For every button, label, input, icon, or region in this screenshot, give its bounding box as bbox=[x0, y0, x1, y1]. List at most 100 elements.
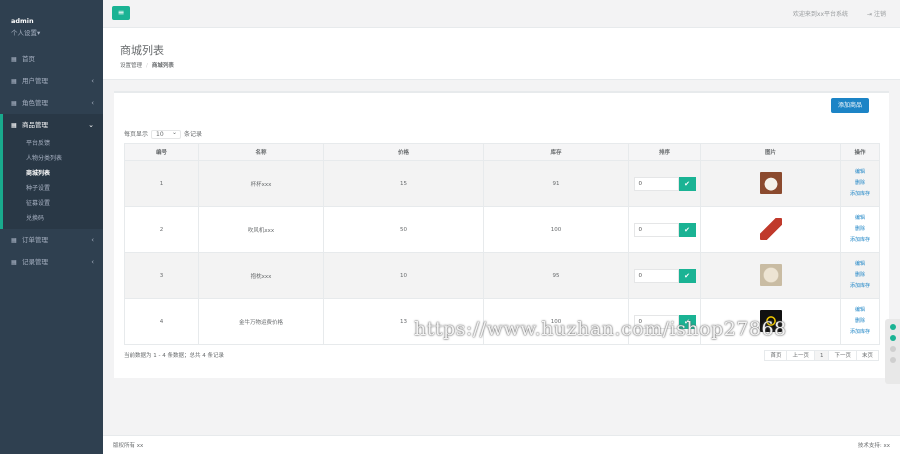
check-icon: ✔ bbox=[684, 225, 690, 234]
footer: 版权所有 xx 技术支持: xx bbox=[103, 435, 900, 454]
nav-item-users[interactable]: ▦ 用户管理 ‹ bbox=[0, 70, 103, 92]
add-stock-link[interactable]: 添加库存 bbox=[841, 189, 879, 200]
table-row: 3 抱枕xxx 10 95 0 ✔ 编辑 删除 添加库存 bbox=[124, 252, 880, 299]
topbar: ≡ 欢迎来到xx平台系统 ⇥ 注销 bbox=[103, 0, 900, 28]
add-stock-link[interactable]: 添加库存 bbox=[841, 235, 879, 246]
floating-toolbar[interactable] bbox=[885, 319, 900, 384]
delete-link[interactable]: 删除 bbox=[841, 178, 879, 189]
cell-id: 1 bbox=[124, 160, 199, 207]
sidebar: admin 个人设置▾ ▦ 首页 ▦ 用户管理 ‹ ▦ 角色管理 ‹ ▦ 商品管理 ⌄ … bbox=[0, 0, 103, 454]
confirm-sort-button[interactable]: ✔ bbox=[678, 222, 696, 237]
add-stock-link[interactable]: 添加库存 bbox=[841, 327, 879, 338]
page-next-button[interactable]: 下一页 bbox=[828, 350, 857, 361]
profile-settings-dropdown[interactable]: 个人设置▾ bbox=[11, 27, 103, 37]
edit-link[interactable]: 编辑 bbox=[841, 213, 879, 224]
add-product-button[interactable]: 添加商品 bbox=[831, 98, 869, 113]
column-header-sort[interactable]: 排序 bbox=[628, 143, 701, 161]
cell-sort: 0 ✔ bbox=[628, 160, 701, 207]
page-length-control: 每页显示10条记录 bbox=[124, 129, 202, 139]
profile-username: admin bbox=[11, 17, 34, 25]
page-length-select[interactable]: 10 bbox=[151, 129, 182, 139]
product-thumbnail[interactable] bbox=[759, 171, 782, 194]
nav-item-orders[interactable]: ▦ 订单管理 ‹ bbox=[0, 229, 103, 251]
cell-actions: 编辑 删除 添加库存 bbox=[840, 298, 880, 345]
confirm-sort-button[interactable]: ✔ bbox=[678, 176, 696, 191]
sub-item-character-category[interactable]: 人物分类列表 bbox=[3, 151, 103, 166]
chevron-left-icon: ‹ bbox=[91, 77, 94, 85]
status-dot-icon bbox=[889, 324, 896, 330]
length-suffix: 条记录 bbox=[184, 131, 203, 138]
cell-sort: 0 ✔ bbox=[628, 252, 701, 299]
cell-name: 抱枕xxx bbox=[198, 252, 324, 299]
edit-link[interactable]: 编辑 bbox=[841, 167, 879, 178]
status-dot-icon bbox=[889, 335, 896, 341]
column-header-actions[interactable]: 操作 bbox=[840, 143, 880, 161]
sort-input[interactable]: 0 bbox=[633, 176, 679, 191]
column-header-image[interactable]: 图片 bbox=[700, 143, 841, 161]
nav-item-roles[interactable]: ▦ 角色管理 ‹ bbox=[0, 92, 103, 114]
pagination: 首页 上一页 1 下一页 末页 bbox=[764, 350, 879, 361]
column-header-stock[interactable]: 库存 bbox=[483, 143, 629, 161]
grid-icon: ▦ bbox=[11, 100, 17, 107]
column-header-price[interactable]: 价格 bbox=[323, 143, 484, 161]
delete-link[interactable]: 删除 bbox=[841, 224, 879, 235]
nav-item-label: 订单管理 bbox=[22, 236, 48, 244]
nav-item-label: 首页 bbox=[22, 55, 35, 63]
table-row: 2 吹风机xxx 50 100 0 ✔ 编辑 删除 添加库存 bbox=[124, 206, 880, 253]
page-number-button[interactable]: 1 bbox=[813, 350, 830, 361]
menu-toggle-button[interactable]: ≡ bbox=[112, 6, 130, 20]
breadcrumb-separator: / bbox=[146, 63, 148, 69]
confirm-sort-button[interactable]: ✔ bbox=[678, 268, 696, 283]
sort-input[interactable]: 0 bbox=[633, 222, 679, 237]
logout-link[interactable]: ⇥ 注销 bbox=[867, 9, 886, 18]
breadcrumb: 设置管理 / 商城列表 bbox=[120, 61, 174, 69]
check-icon: ✔ bbox=[684, 179, 690, 188]
add-stock-link[interactable]: 添加库存 bbox=[841, 281, 879, 292]
page-prev-button[interactable]: 上一页 bbox=[786, 350, 815, 361]
cell-image bbox=[700, 252, 841, 299]
check-icon: ✔ bbox=[684, 271, 690, 280]
cell-price: 10 bbox=[323, 252, 484, 299]
grid-icon: ▦ bbox=[11, 122, 17, 129]
profile: admin 个人设置▾ bbox=[0, 0, 103, 48]
cell-image bbox=[700, 206, 841, 253]
page-last-button[interactable]: 末页 bbox=[855, 350, 879, 361]
sub-item-redeem-code[interactable]: 兑换码 bbox=[3, 211, 103, 226]
cell-stock: 100 bbox=[483, 206, 629, 253]
table-row: 1 杯杯xxx 15 91 0 ✔ 编辑 删除 添加库存 bbox=[124, 160, 880, 207]
sub-item-seed-settings[interactable]: 种子设置 bbox=[3, 181, 103, 196]
nav-item-records[interactable]: ▦ 记录管理 ‹ bbox=[0, 251, 103, 273]
support-text: 技术支持: xx bbox=[857, 443, 890, 449]
cell-stock: 91 bbox=[483, 160, 629, 207]
welcome-text: 欢迎来到xx平台系统 bbox=[792, 11, 848, 18]
column-header-id[interactable]: 编号 bbox=[124, 143, 199, 161]
cell-sort: 0 ✔ bbox=[628, 206, 701, 253]
column-header-name[interactable]: 名称 bbox=[198, 143, 324, 161]
signout-icon: ⇥ bbox=[867, 11, 873, 18]
edit-link[interactable]: 编辑 bbox=[841, 305, 879, 316]
edit-link[interactable]: 编辑 bbox=[841, 259, 879, 270]
chevron-left-icon: ‹ bbox=[91, 236, 94, 244]
nav-item-label: 角色管理 bbox=[22, 99, 48, 107]
breadcrumb-item[interactable]: 设置管理 bbox=[120, 63, 142, 69]
page-heading: 商城列表 设置管理 / 商城列表 bbox=[103, 28, 900, 80]
sub-item-feedback[interactable]: 平台反馈 bbox=[3, 136, 103, 151]
nav-item-products[interactable]: ▦ 商品管理 ⌄ bbox=[3, 114, 103, 136]
product-thumbnail[interactable] bbox=[759, 217, 782, 240]
chevron-down-icon: ⌄ bbox=[88, 121, 94, 129]
sub-item-recruit-settings[interactable]: 征募设置 bbox=[3, 196, 103, 211]
table-info: 当前数据为 1 - 4 条数据；总共 4 条记录 bbox=[124, 353, 224, 359]
nav-item-home[interactable]: ▦ 首页 bbox=[0, 48, 103, 70]
table-header-row: 编号 名称 价格 库存 排序 图片 操作 bbox=[124, 143, 880, 161]
home-icon: ▦ bbox=[11, 56, 17, 63]
page-first-button[interactable]: 首页 bbox=[764, 350, 788, 361]
sub-item-mall-list[interactable]: 商城列表 bbox=[3, 166, 103, 181]
sort-input[interactable]: 0 bbox=[633, 268, 679, 283]
cell-id: 4 bbox=[124, 298, 199, 345]
chevron-left-icon: ‹ bbox=[91, 258, 94, 266]
watermark-text: https://www.huzhan.com/ishop27868 bbox=[414, 318, 787, 340]
cell-stock: 95 bbox=[483, 252, 629, 299]
delete-link[interactable]: 删除 bbox=[841, 270, 879, 281]
product-thumbnail[interactable] bbox=[759, 263, 782, 286]
delete-link[interactable]: 删除 bbox=[841, 316, 879, 327]
